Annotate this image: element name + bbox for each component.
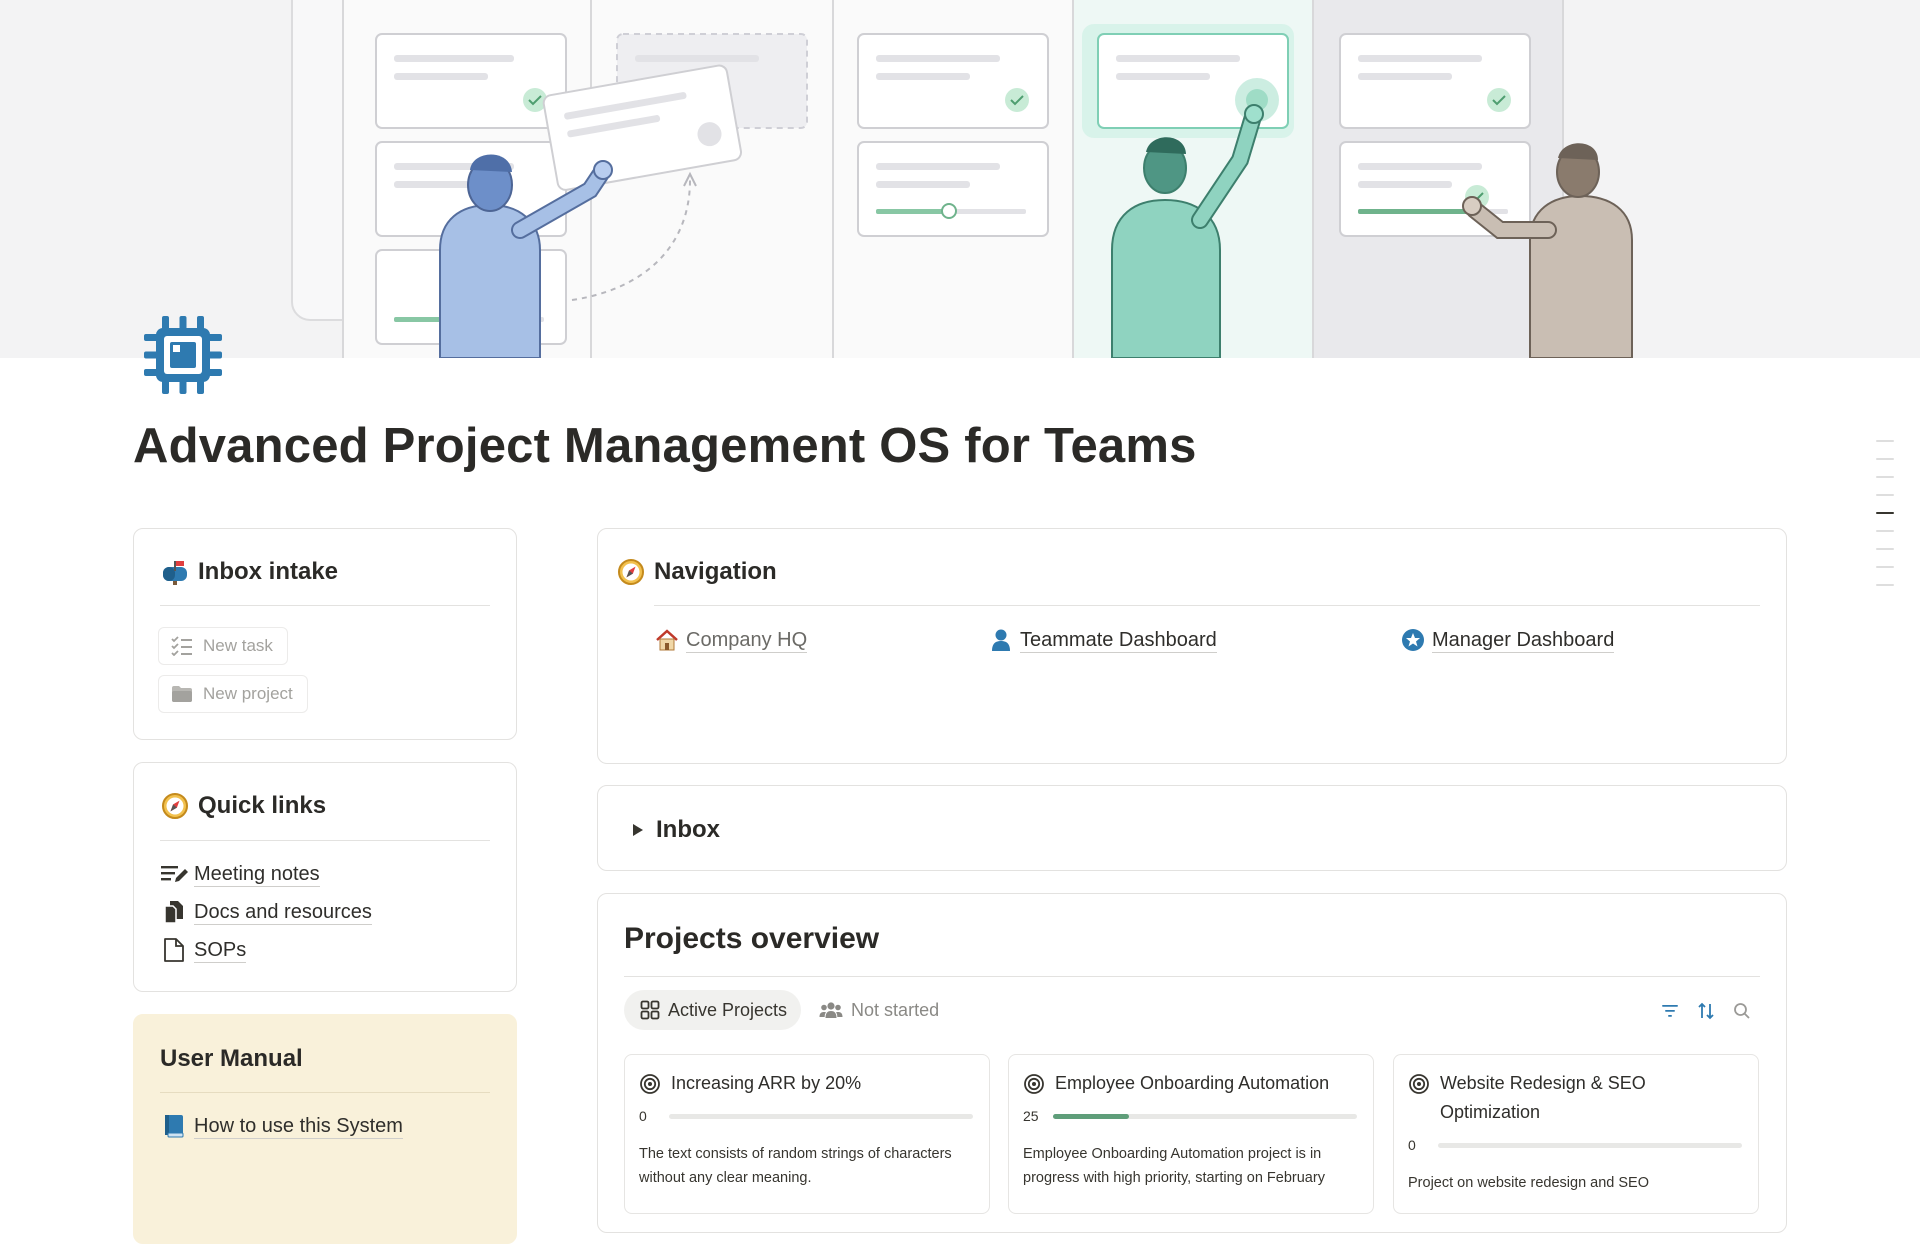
navigation-heading: Navigation <box>616 557 777 587</box>
quick-link-meeting-notes[interactable]: Meeting notes <box>160 855 372 893</box>
target-icon <box>1409 1074 1429 1094</box>
people-icon <box>819 1002 843 1018</box>
meeting-notes-label: Meeting notes <box>194 862 320 887</box>
project-description: Employee Onboarding Automation project i… <box>1023 1146 1325 1186</box>
user-manual-link[interactable]: How to use this System <box>160 1107 403 1145</box>
progress-bar <box>1438 1142 1742 1148</box>
nav-link-teammate-dashboard[interactable]: Teammate Dashboard <box>988 627 1217 653</box>
target-icon <box>640 1074 660 1094</box>
person-icon <box>988 627 1014 653</box>
navigation-title: Navigation <box>654 558 777 585</box>
table-of-contents-rail[interactable] <box>1876 440 1896 602</box>
search-icon[interactable] <box>1724 998 1760 1024</box>
page-title: Advanced Project Management OS for Teams <box>133 419 1197 473</box>
cover-image <box>0 0 1920 358</box>
compass-icon <box>160 791 190 821</box>
new-project-button[interactable]: New project <box>158 675 308 713</box>
quick-link-sops[interactable]: SOPs <box>160 931 372 969</box>
book-icon <box>160 1112 188 1140</box>
inbox-intake-heading: Inbox intake <box>160 557 338 587</box>
projects-overview-card: Projects overview Active Projects Not st… <box>597 893 1787 1233</box>
quick-links-title: Quick links <box>198 792 327 819</box>
company-hq-label: Company HQ <box>686 628 808 653</box>
docs-resources-label: Docs and resources <box>194 900 372 925</box>
chip-icon[interactable] <box>140 312 226 398</box>
docs-icon <box>160 898 188 926</box>
grid-icon <box>640 1000 660 1020</box>
target-icon <box>1024 1074 1044 1094</box>
user-manual-card: User Manual How to use this System <box>133 1014 517 1244</box>
filter-icon[interactable] <box>1652 998 1688 1024</box>
project-title: Employee Onboarding Automation <box>1023 1069 1359 1098</box>
projects-overview-heading: Projects overview <box>624 922 880 955</box>
tab-active-projects[interactable]: Active Projects <box>624 990 802 1030</box>
project-title: Website Redesign & SEO Optimization <box>1408 1069 1744 1127</box>
progress-row: 25 <box>1023 1108 1359 1124</box>
inbox-intake-title: Inbox intake <box>198 558 339 585</box>
project-title-text: Increasing ARR by 20% <box>671 1073 862 1093</box>
project-card[interactable]: Increasing ARR by 20% 0 The text consist… <box>624 1054 990 1214</box>
inbox-toggle-label: Inbox <box>656 816 720 843</box>
document-icon <box>160 936 188 964</box>
new-project-label: New project <box>203 684 293 703</box>
tab-not-started[interactable]: Not started <box>803 990 953 1030</box>
user-manual-heading: User Manual <box>160 1045 303 1072</box>
navigation-card: Navigation Company HQ Teammate Dashboard <box>597 528 1787 764</box>
checklist-icon <box>171 636 192 656</box>
house-icon <box>654 627 680 653</box>
view-tools <box>1652 998 1760 1024</box>
nav-link-company-hq[interactable]: Company HQ <box>654 627 808 653</box>
teammate-dashboard-label: Teammate Dashboard <box>1020 628 1217 653</box>
quick-link-docs-resources[interactable]: Docs and resources <box>160 893 372 931</box>
progress-value: 0 <box>1408 1137 1416 1153</box>
project-description: Project on website redesign and SEO <box>1408 1175 1649 1191</box>
triangle-right-icon[interactable] <box>632 823 646 837</box>
quick-links-card: Quick links Meeting notes Docs and resou… <box>133 762 517 992</box>
progress-value: 25 <box>1023 1108 1039 1124</box>
view-tabs: Active Projects Not started <box>624 990 955 1030</box>
new-task-button[interactable]: New task <box>158 627 288 665</box>
star-badge-icon <box>1400 627 1426 653</box>
sort-icon[interactable] <box>1688 998 1724 1024</box>
project-card[interactable]: Employee Onboarding Automation 25 Employ… <box>1008 1054 1374 1214</box>
tab-not-started-label: Not started <box>851 999 940 1020</box>
project-description: The text consists of random strings of c… <box>639 1146 952 1186</box>
progress-value: 0 <box>639 1108 647 1124</box>
folder-icon <box>172 686 192 702</box>
project-card[interactable]: Website Redesign & SEO Optimization 0 Pr… <box>1393 1054 1759 1214</box>
compass-icon <box>616 557 646 587</box>
sops-label: SOPs <box>194 938 247 963</box>
manager-dashboard-label: Manager Dashboard <box>1432 628 1615 653</box>
progress-row: 0 <box>1408 1137 1744 1153</box>
tab-active-projects-label: Active Projects <box>668 999 788 1020</box>
new-task-label: New task <box>203 636 273 655</box>
progress-bar <box>1053 1113 1357 1119</box>
nav-link-manager-dashboard[interactable]: Manager Dashboard <box>1400 627 1615 653</box>
kanban-illustration <box>0 0 1920 358</box>
inbox-intake-card: Inbox intake New task New project <box>133 528 517 740</box>
progress-row: 0 <box>639 1108 975 1124</box>
inbox-toggle-card[interactable]: Inbox <box>597 785 1787 871</box>
quick-links-heading: Quick links <box>160 791 326 821</box>
project-title-text: Employee Onboarding Automation <box>1055 1073 1330 1093</box>
mailbox-icon <box>160 557 190 587</box>
project-title: Increasing ARR by 20% <box>639 1069 975 1098</box>
how-to-use-label: How to use this System <box>194 1114 403 1139</box>
progress-bar <box>669 1113 973 1119</box>
project-title-text: Website Redesign & SEO Optimization <box>1440 1073 1646 1122</box>
notes-pen-icon <box>160 860 188 888</box>
